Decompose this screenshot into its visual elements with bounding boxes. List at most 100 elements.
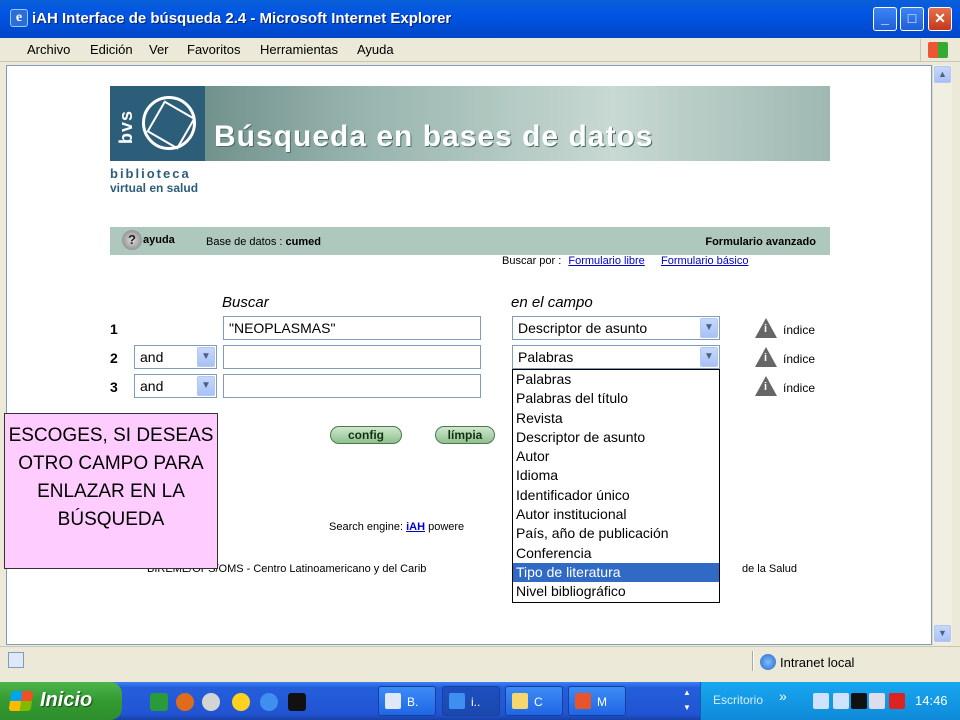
quicklaunch-icon[interactable] [150,693,168,711]
logo-subtitle-2: virtual en salud [110,181,199,195]
taskbar-scroll-icon[interactable]: ▲ ▼ [680,685,694,717]
menu-ver[interactable]: Ver [149,42,169,57]
vertical-scrollbar[interactable]: ▲ ▼ [932,65,952,645]
minimize-button[interactable]: _ [873,7,897,31]
quicklaunch-icon[interactable] [288,693,306,711]
operator-value: and [140,349,164,365]
banner: bvs Búsqueda en bases de datos [110,86,830,161]
task-button[interactable]: C [505,686,563,716]
folder-icon [512,693,528,709]
index-label: índice [783,323,816,337]
title-bar: e iAH Interface de búsqueda 2.4 - Micros… [0,0,960,38]
menu-edicion[interactable]: Edición [90,42,133,57]
dropdown-option[interactable]: Autor [513,447,719,466]
tray-icon[interactable] [869,693,885,709]
smiley-icon[interactable] [232,693,250,711]
field-select-value: Descriptor de asunto [518,320,648,336]
windows-logo-icon [920,39,954,61]
dropdown-option[interactable]: País, año de publicación [513,524,719,543]
dropdown-option-highlighted[interactable]: Tipo de literatura [513,562,719,583]
dropdown-option[interactable]: Conferencia [513,544,719,563]
ie-quicklaunch-icon[interactable] [260,693,278,711]
clear-button[interactable]: límpia [435,426,495,444]
dropdown-option[interactable]: Palabras del título [513,389,719,408]
index-label: índice [783,352,816,366]
tray-icon[interactable] [851,693,867,709]
chevron-down-icon[interactable]: ▼ [700,347,718,367]
menu-ayuda[interactable]: Ayuda [357,42,394,57]
operator-select-2[interactable]: and ▼ [134,345,217,369]
field-select-2[interactable]: Palabras ▼ [512,345,720,369]
dropdown-option[interactable]: Descriptor de asunto [513,428,719,447]
chevron-right-icon[interactable]: » [779,688,787,704]
status-bar: Intranet local [0,646,960,674]
config-button[interactable]: config [330,426,402,444]
db-label: Base de datos : [206,236,283,248]
task-button[interactable]: B. [378,686,436,716]
field-select-1[interactable]: Descriptor de asunto ▼ [512,316,720,340]
quicklaunch-icon[interactable] [202,693,220,711]
logo-star-icon [142,96,196,150]
search-term-input-1[interactable]: "NEOPLASMAS" [223,316,481,340]
col-header-search: Buscar [222,294,269,311]
window-title: iAH Interface de búsqueda 2.4 - Microsof… [32,10,452,27]
banner-title: Búsqueda en bases de datos [214,120,654,153]
menu-favoritos[interactable]: Favoritos [187,42,240,57]
db-name: cumed [285,236,321,248]
taskbar: Inicio B. i.. C M ▲ ▼ Escritorio » 14:46 [0,682,960,720]
col-header-field: en el campo [511,294,593,311]
engine-credit: Search engine: iAH powere [329,521,464,533]
row-number: 2 [110,350,118,366]
row-number: 1 [110,321,118,337]
chevron-down-icon[interactable]: ▼ [700,318,718,338]
task-label: B. [407,695,419,709]
dropdown-option[interactable]: Idioma [513,466,719,485]
dropdown-option[interactable]: Revista [513,409,719,428]
iah-link[interactable]: iAH [406,521,425,533]
info-bar: ? ayuda Base de datos : cumed Formulario… [110,227,830,255]
scroll-down-icon[interactable]: ▼ [934,625,951,642]
index-link-1[interactable]: índice [755,318,815,338]
security-zone: Intranet local [760,654,854,670]
desktop-toolbar-label[interactable]: Escritorio [713,693,763,707]
tray-icon[interactable] [813,693,829,709]
tray-icon[interactable] [889,693,905,709]
dropdown-option[interactable]: Identificador único [513,486,719,505]
task-icon [385,693,401,709]
start-button[interactable]: Inicio [0,682,122,720]
dropdown-option[interactable]: Nivel bibliográfico [513,582,719,601]
logo-subtitle-1: biblioteca [110,166,191,181]
task-button-active[interactable]: i.. [442,686,500,716]
quicklaunch-icon[interactable] [176,693,194,711]
index-link-2[interactable]: índice [755,347,815,367]
operator-value: and [140,378,164,394]
dropdown-option[interactable]: Autor institucional [513,505,719,524]
task-button[interactable]: M [568,686,626,716]
index-link-3[interactable]: índice [755,376,815,396]
search-by: Buscar por : Formulario libre Formulario… [502,255,748,267]
callout-annotation: ESCOGES, SI DESEAS OTRO CAMPO PARA ENLAZ… [4,413,218,569]
operator-select-3[interactable]: and ▼ [134,374,217,398]
link-free-form[interactable]: Formulario libre [568,255,644,267]
menu-archivo[interactable]: Archivo [27,42,70,57]
link-basic-form[interactable]: Formulario básico [661,255,748,267]
form-type: Formulario avanzado [705,236,816,248]
menu-herramientas[interactable]: Herramientas [260,42,338,57]
field-dropdown-list[interactable]: Palabras Palabras del título Revista Des… [512,369,720,603]
close-button[interactable]: ✕ [928,7,952,31]
scroll-up-icon[interactable]: ▲ [934,66,951,83]
tray-icon[interactable] [833,693,849,709]
dropdown-option[interactable]: Palabras [513,370,719,389]
search-term-input-2[interactable] [223,345,481,369]
help-link[interactable]: ayuda [143,234,175,246]
clock: 14:46 [915,693,948,708]
help-icon[interactable]: ? [122,230,142,250]
search-by-label: Buscar por : [502,255,562,267]
globe-icon [760,654,776,670]
maximize-button[interactable]: □ [900,7,924,31]
chevron-down-icon[interactable]: ▼ [197,347,215,367]
search-term-input-3[interactable] [223,374,481,398]
warning-icon [755,376,777,396]
row-number: 3 [110,379,118,395]
chevron-down-icon[interactable]: ▼ [197,376,215,396]
